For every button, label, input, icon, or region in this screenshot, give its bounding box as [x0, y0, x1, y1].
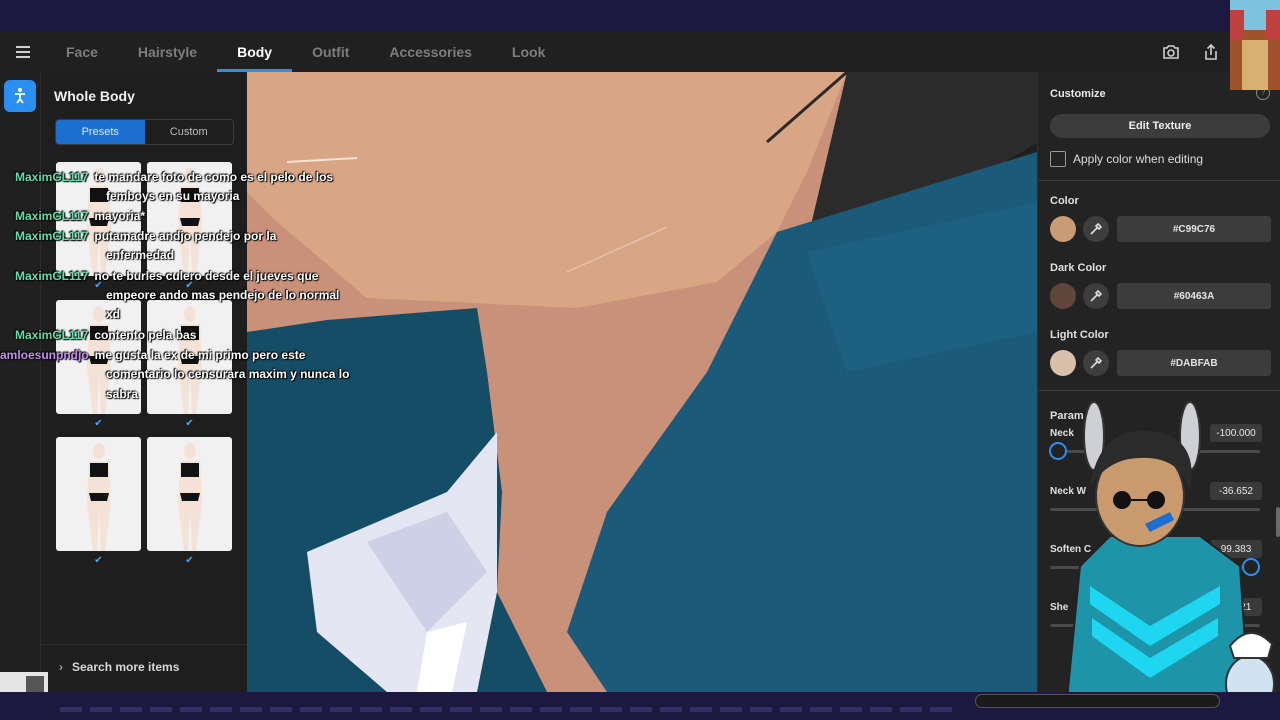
light-color-label: Light Color	[1050, 329, 1109, 341]
body-preset-figure	[86, 306, 111, 414]
share-icon[interactable]	[1200, 41, 1222, 63]
eyedropper-icon[interactable]	[1083, 216, 1109, 242]
stream-top-strip	[0, 0, 1280, 32]
bottom-pill	[975, 694, 1220, 708]
tab-body[interactable]: Body	[217, 32, 293, 72]
preset-check-icon: ✔	[185, 280, 194, 291]
customize-title: Customize	[1050, 88, 1106, 100]
category-rail	[0, 72, 41, 692]
preset-thumbnail[interactable]	[147, 162, 232, 276]
tab-accessories[interactable]: Accessories	[369, 32, 492, 72]
apply-color-label: Apply color when editing	[1073, 152, 1204, 166]
whole-body-category-button[interactable]	[4, 80, 36, 112]
light-color-row: Light Color #DABFAB	[1050, 329, 1272, 376]
light-color-hex-input[interactable]: #DABFAB	[1117, 350, 1271, 376]
search-more-label: Search more items	[72, 659, 180, 674]
divider	[1038, 390, 1280, 391]
app-window: { "nav": { "tabs": [ {"label": "Face", "…	[0, 0, 1280, 720]
body-preset-figure	[86, 443, 111, 551]
tab-outfit[interactable]: Outfit	[292, 32, 369, 72]
nav-actions	[1160, 32, 1222, 72]
preset-check-icon: ✔	[185, 555, 194, 566]
preset-check-icon: ✔	[94, 280, 103, 291]
menu-icon[interactable]	[0, 32, 46, 72]
presets-panel: Whole Body Presets Custom ✔ ✔ ✔ ✔ ✔ ✔ › Searc…	[41, 72, 247, 692]
panel-title: Whole Body	[54, 88, 135, 104]
eyedropper-icon[interactable]	[1083, 350, 1109, 376]
search-more-items-button[interactable]: › Search more items	[41, 644, 247, 688]
preset-thumbnail[interactable]	[56, 162, 141, 276]
tab-look[interactable]: Look	[492, 32, 565, 72]
color-swatch[interactable]	[1050, 216, 1076, 242]
dark-color-label: Dark Color	[1050, 262, 1107, 274]
body-preset-figure	[177, 443, 202, 551]
tab-hairstyle[interactable]: Hairstyle	[118, 32, 217, 72]
camera-icon[interactable]	[1160, 41, 1182, 63]
divider	[1038, 180, 1280, 181]
stream-bottom-bar	[0, 692, 1280, 720]
preset-thumbnail[interactable]	[56, 300, 141, 414]
streamer-avatar	[1063, 401, 1275, 720]
body-preset-figure	[177, 306, 202, 414]
body-preset-figure	[177, 168, 202, 276]
preset-check-icon: ✔	[185, 418, 194, 429]
color-hex-input[interactable]: #C99C76	[1117, 216, 1271, 242]
body-adjust-icon	[15, 88, 25, 104]
avatar-closeup-render	[247, 72, 1037, 692]
preset-thumbnail[interactable]	[147, 437, 232, 551]
presets-segment[interactable]: Presets	[56, 120, 145, 144]
tab-face[interactable]: Face	[46, 32, 118, 72]
gameplay-thumbnail	[1230, 0, 1280, 90]
light-color-swatch[interactable]	[1050, 350, 1076, 376]
custom-segment[interactable]: Custom	[145, 120, 234, 144]
color-label: Color	[1050, 195, 1079, 207]
apply-color-option[interactable]: Apply color when editing	[1050, 151, 1203, 167]
edit-texture-button[interactable]: Edit Texture	[1050, 114, 1270, 138]
preset-check-icon: ✔	[94, 555, 103, 566]
chevron-right-icon: ›	[59, 659, 63, 674]
ticker-text	[60, 707, 960, 712]
preset-thumbnail[interactable]	[56, 437, 141, 551]
dark-color-row: Dark Color #60463A	[1050, 262, 1272, 309]
preset-check-icon: ✔	[94, 418, 103, 429]
top-nav: Face Hairstyle Body Outfit Accessories L…	[0, 32, 1280, 72]
eyedropper-icon[interactable]	[1083, 283, 1109, 309]
3d-viewport[interactable]	[247, 72, 1037, 692]
preset-thumbnail[interactable]	[147, 300, 232, 414]
apply-color-checkbox[interactable]	[1050, 151, 1066, 167]
color-row: Color #C99C76	[1050, 195, 1272, 242]
body-preset-figure	[86, 168, 111, 276]
preset-custom-toggle: Presets Custom	[55, 119, 234, 145]
dark-color-hex-input[interactable]: #60463A	[1117, 283, 1271, 309]
dark-color-swatch[interactable]	[1050, 283, 1076, 309]
